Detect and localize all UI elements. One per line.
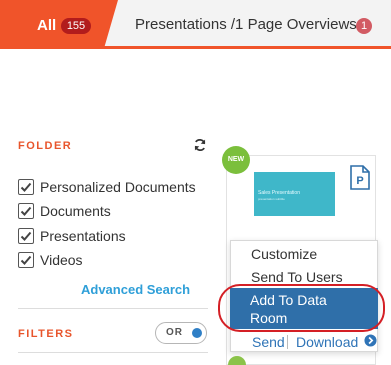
tab-presentations-count-badge: 1	[356, 18, 372, 34]
checkmark-icon	[20, 206, 32, 216]
folder-item-documents[interactable]: Documents	[18, 201, 111, 221]
filter-logic-toggle[interactable]: OR	[155, 322, 207, 344]
divider	[18, 352, 208, 353]
checkbox[interactable]	[18, 252, 34, 268]
checkmark-icon	[20, 255, 32, 265]
refresh-icon[interactable]	[193, 138, 207, 152]
menu-item-customize[interactable]: Customize	[251, 246, 317, 262]
checkbox[interactable]	[18, 203, 34, 219]
tab-underline	[0, 46, 391, 49]
tab-all-label[interactable]: All	[37, 17, 56, 34]
folder-item-videos[interactable]: Videos	[18, 250, 83, 270]
folder-item-label: Documents	[40, 203, 111, 219]
filters-section-title: FILTERS	[18, 328, 74, 340]
annotation-highlight-ring	[218, 284, 385, 332]
tab-all-count-badge: 155	[61, 18, 91, 34]
send-link[interactable]: Send	[252, 334, 285, 350]
thumbnail-subtitle: presentation subtitle	[258, 197, 285, 201]
download-link[interactable]: Download	[296, 334, 358, 350]
folder-item-personalized-documents[interactable]: Personalized Documents	[18, 177, 196, 197]
thumbnail-title: Sales Presentation	[258, 190, 300, 196]
tab-all[interactable]	[0, 0, 118, 49]
folder-item-label: Videos	[40, 252, 83, 268]
folder-item-presentations[interactable]: Presentations	[18, 226, 126, 246]
checkbox[interactable]	[18, 228, 34, 244]
link-separator	[287, 335, 288, 349]
menu-item-send-to-users[interactable]: Send To Users	[251, 269, 343, 285]
chevron-right-circle-icon[interactable]	[364, 334, 377, 347]
tab-presentations[interactable]: Presentations /1 Page Overviews	[135, 16, 357, 33]
toggle-knob	[192, 328, 202, 338]
divider	[18, 308, 208, 309]
toggle-label: OR	[166, 327, 183, 338]
folder-item-label: Presentations	[40, 228, 126, 244]
checkbox[interactable]	[18, 179, 34, 195]
checkmark-icon	[20, 182, 32, 192]
advanced-search-link[interactable]: Advanced Search	[81, 282, 190, 297]
powerpoint-icon: P	[350, 165, 370, 190]
svg-text:P: P	[356, 175, 363, 187]
folder-item-label: Personalized Documents	[40, 179, 196, 195]
new-badge: NEW	[222, 146, 250, 174]
document-thumbnail[interactable]: Sales Presentation presentation subtitle	[254, 172, 335, 216]
folder-section-title: FOLDER	[18, 140, 73, 152]
checkmark-icon	[20, 231, 32, 241]
